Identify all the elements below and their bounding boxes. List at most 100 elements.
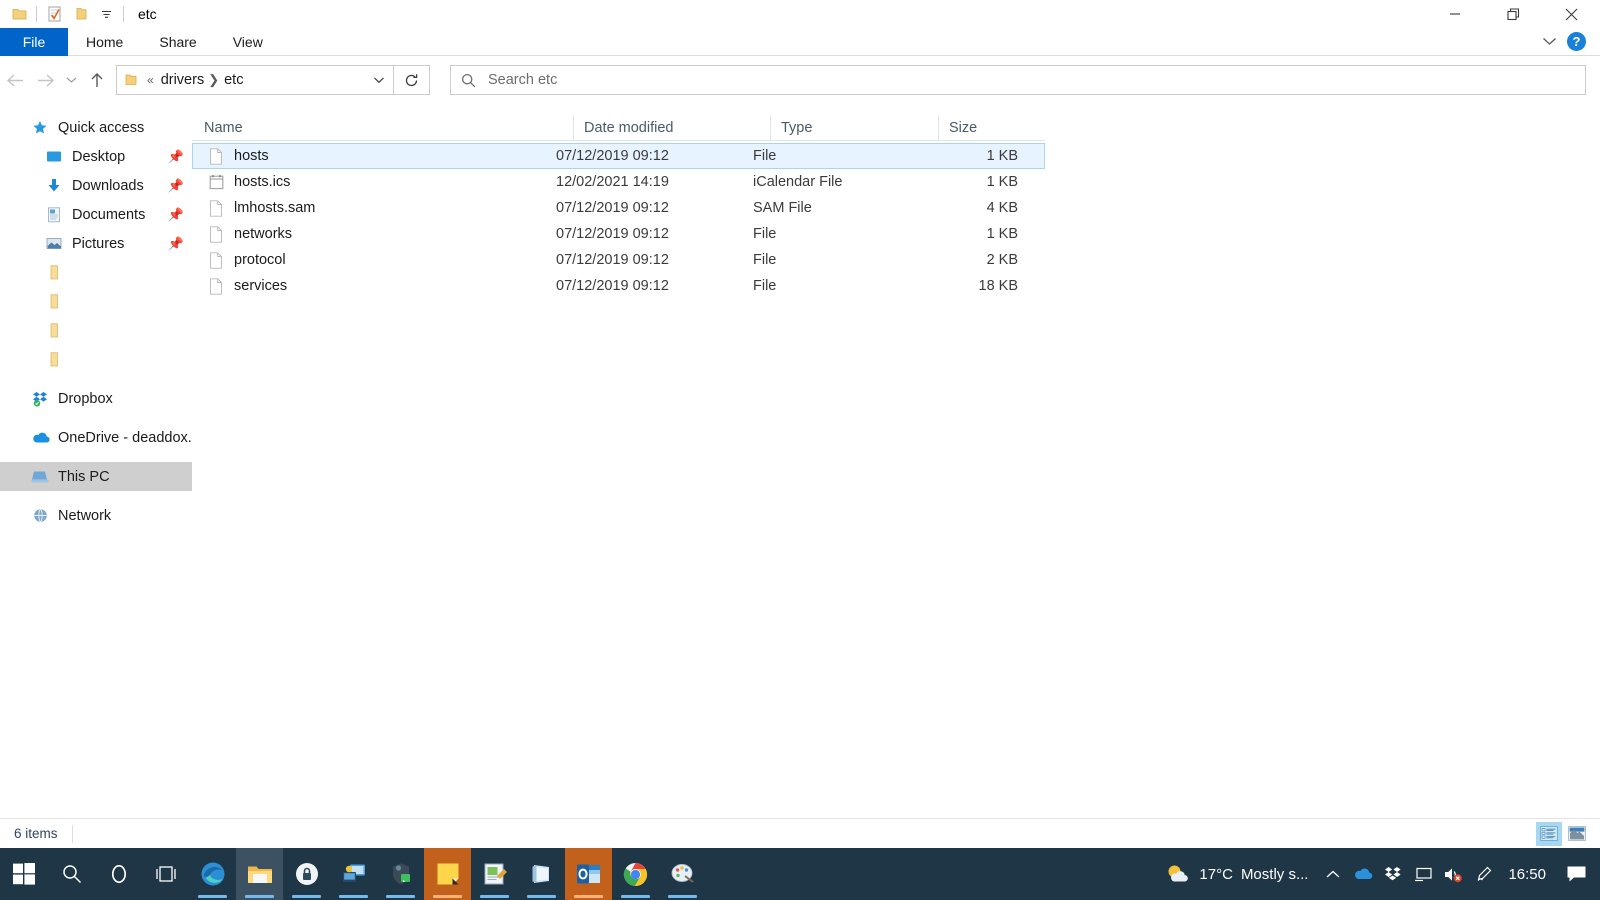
file-size: 1 KB	[921, 148, 1024, 164]
tab-home[interactable]: Home	[68, 28, 141, 56]
folder-icon[interactable]	[6, 1, 32, 27]
item-count-label: 6 items	[0, 826, 58, 841]
outlook-button[interactable]	[565, 848, 612, 900]
dropbox-tray-icon[interactable]	[1378, 848, 1408, 900]
column-header-date-modified[interactable]: Date modified	[573, 115, 770, 141]
pin-icon[interactable]: 📌	[168, 178, 184, 194]
customize-qat-icon[interactable]	[93, 1, 119, 27]
recent-locations-button[interactable]	[60, 64, 82, 96]
sidebar-item-pictures[interactable]: Pictures 📌	[0, 229, 192, 258]
task-view-button[interactable]	[142, 848, 189, 900]
sidebar-item-folder-4[interactable]	[0, 345, 192, 374]
restore-button[interactable]	[1484, 0, 1542, 28]
sidebar-item-onedrive[interactable]: OneDrive - deaddox.c	[0, 423, 192, 452]
table-row[interactable]: hosts 07/12/2019 09:12 File 1 KB	[192, 143, 1045, 169]
minimize-button[interactable]	[1426, 0, 1484, 28]
column-header-size[interactable]: Size	[938, 115, 1045, 141]
file-explorer-button[interactable]	[236, 848, 283, 900]
onenote-button[interactable]	[518, 848, 565, 900]
window-controls	[1426, 0, 1600, 28]
sidebar-item-dropbox[interactable]: Dropbox	[0, 384, 192, 413]
weather-temperature: 17°C	[1199, 866, 1233, 883]
edge-button[interactable]	[189, 848, 236, 900]
sticky-notes-button[interactable]	[424, 848, 471, 900]
sidebar-item-folder-1[interactable]	[0, 258, 192, 287]
new-folder-icon[interactable]	[67, 1, 93, 27]
sidebar-item-documents[interactable]: Documents 📌	[0, 200, 192, 229]
system-tray: 17°C Mostly s...	[1151, 848, 1600, 900]
weather-widget[interactable]: 17°C Mostly s...	[1151, 848, 1318, 900]
search-input[interactable]: Search etc	[450, 65, 1586, 95]
up-button[interactable]	[82, 64, 112, 96]
column-header-row: Name Date modified Type Size	[192, 115, 1045, 141]
breadcrumb-item-etc[interactable]: etc	[222, 72, 245, 88]
sidebar-item-this-pc[interactable]: This PC	[0, 462, 192, 491]
properties-icon[interactable]	[41, 1, 67, 27]
sidebar-item-network[interactable]: Network	[0, 501, 192, 530]
password-manager-button[interactable]	[377, 848, 424, 900]
chrome-button[interactable]	[612, 848, 659, 900]
search-button[interactable]	[48, 848, 95, 900]
column-header-type[interactable]: Type	[770, 115, 938, 141]
taskbar-clock[interactable]: 16:50	[1498, 866, 1558, 883]
show-hidden-icons-button[interactable]	[1318, 848, 1348, 900]
details-view-button[interactable]	[1536, 822, 1562, 846]
network-tray-icon[interactable]	[1408, 848, 1438, 900]
pin-icon[interactable]: 📌	[168, 149, 184, 165]
calendar-icon	[205, 174, 227, 190]
table-row[interactable]: lmhosts.sam 07/12/2019 09:12 SAM File 4 …	[192, 195, 1045, 221]
taskbar-highlight-indicator	[433, 895, 462, 898]
breadcrumb-chevron-icon[interactable]: ❯	[206, 72, 222, 88]
sidebar-label: OneDrive - deaddox.c	[58, 430, 192, 446]
forward-button[interactable]	[30, 64, 60, 96]
tab-view[interactable]: View	[215, 28, 281, 56]
table-row[interactable]: protocol 07/12/2019 09:12 File 2 KB	[192, 247, 1045, 273]
back-button[interactable]	[0, 64, 30, 96]
address-dropdown-icon[interactable]	[365, 66, 393, 94]
view-buttons	[1536, 822, 1600, 846]
file-name-cell: hosts	[193, 148, 556, 165]
address-folder-icon	[117, 73, 142, 87]
refresh-button[interactable]	[394, 65, 430, 95]
notepad-button[interactable]	[471, 848, 518, 900]
file-size: 2 KB	[921, 252, 1024, 268]
file-date: 07/12/2019 09:12	[556, 226, 753, 242]
pictures-icon	[42, 237, 66, 251]
tab-file[interactable]: File	[0, 28, 68, 56]
file-size: 4 KB	[921, 200, 1024, 216]
sidebar-item-folder-2[interactable]	[0, 287, 192, 316]
tab-share[interactable]: Share	[141, 28, 214, 56]
sidebar-item-downloads[interactable]: Downloads 📌	[0, 171, 192, 200]
remote-desktop-button[interactable]	[330, 848, 377, 900]
sidebar-item-desktop[interactable]: Desktop 📌	[0, 142, 192, 171]
sidebar-label: Quick access	[58, 120, 144, 136]
taskbar-open-indicator	[480, 895, 509, 898]
pin-icon[interactable]: 📌	[168, 207, 184, 223]
security-button[interactable]	[283, 848, 330, 900]
column-header-name[interactable]: Name	[192, 115, 573, 141]
pin-icon[interactable]: 📌	[168, 236, 184, 252]
help-icon[interactable]: ?	[1567, 32, 1586, 51]
onedrive-tray-icon[interactable]	[1348, 848, 1378, 900]
sidebar-item-quick-access[interactable]: Quick access	[0, 113, 192, 142]
large-icons-view-button[interactable]	[1564, 822, 1590, 846]
paint-button[interactable]	[659, 848, 706, 900]
address-bar[interactable]: « drivers ❯ etc	[116, 65, 394, 95]
file-date: 07/12/2019 09:12	[556, 200, 753, 216]
table-row[interactable]: networks 07/12/2019 09:12 File 1 KB	[192, 221, 1045, 247]
breadcrumb-item-drivers[interactable]: drivers	[159, 72, 207, 88]
notifications-button[interactable]	[1558, 848, 1594, 900]
table-row[interactable]: hosts.ics 12/02/2021 14:19 iCalendar Fil…	[192, 169, 1045, 195]
volume-tray-icon[interactable]	[1438, 848, 1468, 900]
breadcrumb-overflow[interactable]: «	[142, 73, 159, 87]
expand-ribbon-icon[interactable]	[1542, 33, 1557, 51]
sidebar-item-folder-3[interactable]	[0, 316, 192, 345]
pen-tray-icon[interactable]	[1468, 848, 1498, 900]
table-row[interactable]: services 07/12/2019 09:12 File 18 KB	[192, 273, 1045, 299]
sidebar-label: Dropbox	[58, 391, 113, 407]
window-title: etc	[138, 6, 157, 22]
cortana-button[interactable]	[95, 848, 142, 900]
close-button[interactable]	[1542, 0, 1600, 28]
start-button[interactable]	[0, 848, 48, 900]
file-name: networks	[234, 226, 292, 242]
